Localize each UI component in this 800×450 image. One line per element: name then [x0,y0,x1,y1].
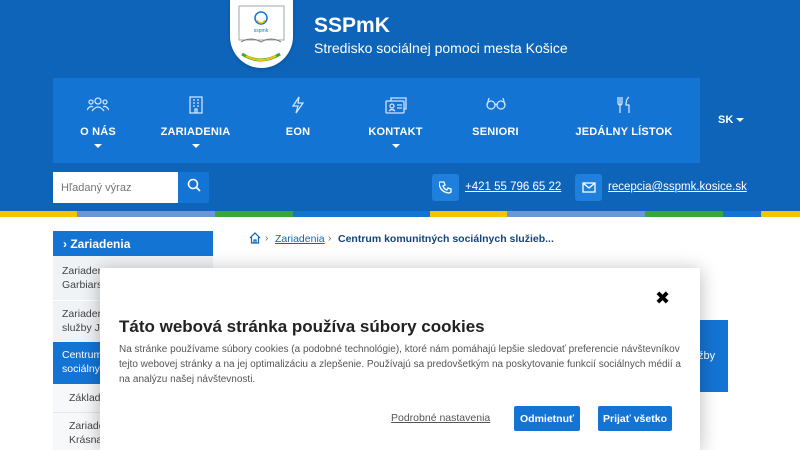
close-icon[interactable]: ✖ [655,289,670,307]
building-icon [188,96,204,119]
color-stripe [77,211,215,217]
cookie-consent-dialog: ✖ Táto webová stránka používa súbory coo… [100,268,700,450]
nav-item-eon[interactable]: EON [248,78,348,163]
nav-label: SENIORI [472,126,519,138]
mail-icon [575,174,602,201]
cookie-dialog-text: Na stránke používame súbory cookies (a p… [119,344,681,385]
nav-item-seniori[interactable]: SENIORI [443,78,548,163]
sidebar-heading-label: Zariadenia [70,237,131,251]
chevron-down-icon [94,144,102,148]
sidebar-heading[interactable]: › Zariadenia [53,231,213,256]
nav-label: EON [285,126,311,138]
phone-icon [432,174,459,201]
nav-label: JEDÁLNY LÍSTOK [575,126,673,138]
svg-text:sspmk: sspmk [254,28,269,34]
color-stripe [293,211,430,217]
home-icon[interactable] [249,231,261,249]
search-input[interactable] [53,172,178,203]
nav-label: O NÁS [80,126,116,138]
contact-card-icon [384,96,407,119]
search-icon [187,178,201,197]
accept-all-cookies-button[interactable]: Prijať všetko [598,406,672,431]
search-button[interactable] [178,172,209,203]
cookie-settings-link[interactable]: Podrobné nastavenia [391,412,490,424]
content-card-text: žby [698,350,716,362]
email-link[interactable]: recepcia@sspmk.kosice.sk [608,181,747,193]
breadcrumb-link[interactable]: Zariadenia [275,233,325,245]
lightning-icon [291,96,305,119]
phone-link[interactable]: +421 55 796 65 22 [465,181,561,193]
nav-item-o-nas[interactable]: O NÁS [53,78,143,163]
color-stripe [215,211,293,217]
color-stripe [723,211,761,217]
color-stripe [761,211,800,217]
reject-cookies-button[interactable]: Odmietnuť [514,406,580,431]
glasses-icon [485,96,507,115]
nav-item-zariadenia[interactable]: ZARIADENIA [143,78,248,163]
breadcrumb-current: Centrum komunitných sociálnych služieb..… [338,233,554,245]
site-logo[interactable]: sspmk [230,0,293,68]
breadcrumb-separator: › [265,233,269,244]
color-stripe [507,211,645,217]
chevron-down-icon [191,144,200,148]
people-icon [86,96,110,117]
language-switcher[interactable]: SK [718,114,745,126]
nav-item-kontakt[interactable]: KONTAKT [348,78,443,163]
chevron-down-icon [736,118,745,123]
color-stripe [430,211,507,217]
nav-item-jedalny-listok[interactable]: JEDÁLNY LÍSTOK [548,78,700,163]
site-subtitle: Stredisko sociálnej pomoci mesta Košice [314,40,568,56]
color-stripe [645,211,723,217]
language-label: SK [718,114,734,126]
nav-label: ZARIADENIA [160,126,231,138]
chevron-down-icon [391,144,400,148]
breadcrumb-separator: › [328,233,332,244]
main-nav: O NÁS ZARIADENIA EON KONTAKT SENIORI JED… [53,78,700,163]
color-stripes [0,211,800,217]
site-title[interactable]: SSPmK [314,14,390,38]
cutlery-icon [615,96,633,119]
nav-label: KONTAKT [368,126,423,138]
color-stripe [0,211,77,217]
cookie-dialog-title: Táto webová stránka používa súbory cooki… [119,317,485,336]
